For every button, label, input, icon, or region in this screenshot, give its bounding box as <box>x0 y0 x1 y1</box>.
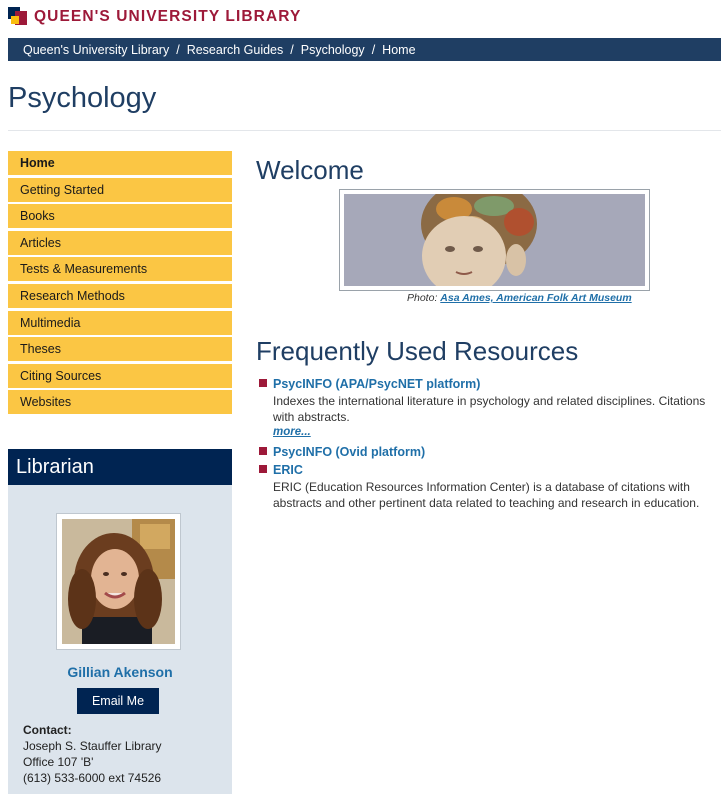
contact-label: Contact: <box>23 723 72 737</box>
bullet-square-icon <box>259 379 267 387</box>
librarian-heading: Librarian <box>8 449 232 485</box>
librarian-name-link[interactable]: Gillian Akenson <box>8 664 232 680</box>
library-crest-icon <box>8 7 28 27</box>
nav-item-websites[interactable]: Websites <box>8 390 232 415</box>
nav-item-getting-started[interactable]: Getting Started <box>8 177 232 202</box>
resource-link-eric[interactable]: ERIC <box>273 462 720 478</box>
resource-link-psycinfo-ovid[interactable]: PsycINFO (Ovid platform) <box>273 444 720 460</box>
list-item: ERIC ERIC (Education Resources Informati… <box>258 462 720 511</box>
bullet-square-icon <box>259 465 267 473</box>
contact-line: (613) 533-6000 ext 74526 <box>23 771 162 785</box>
bullet-square-icon <box>259 447 267 455</box>
welcome-heading: Welcome <box>256 155 364 185</box>
librarian-portrait <box>62 519 175 644</box>
nav-item-multimedia[interactable]: Multimedia <box>8 310 232 335</box>
list-item: PsycINFO (Ovid platform) <box>258 444 720 460</box>
nav-item-citing-sources[interactable]: Citing Sources <box>8 363 232 388</box>
library-name: QUEEN'S UNIVERSITY LIBRARY <box>34 8 302 25</box>
contact-info: Contact: Joseph S. Stauffer Library Offi… <box>23 722 162 786</box>
contact-line: Joseph S. Stauffer Library <box>23 739 162 753</box>
librarian-box: Librarian Gillian Akenson Email Me Conta… <box>8 449 232 794</box>
guide-nav: Home Getting Started Books Articles Test… <box>8 151 232 417</box>
resource-list: PsycINFO (APA/PsycNET platform) Indexes … <box>258 376 720 517</box>
image-caption: Photo: Asa Ames, American Folk Art Museu… <box>407 292 632 304</box>
welcome-image <box>339 189 650 291</box>
contact-line: Office 107 'B' <box>23 755 94 769</box>
title-divider <box>8 130 721 131</box>
nav-item-theses[interactable]: Theses <box>8 337 232 362</box>
page-title: Psychology <box>8 82 157 114</box>
resources-heading: Frequently Used Resources <box>256 336 579 366</box>
resource-link-psycinfo-apa[interactable]: PsycINFO (APA/PsycNET platform) <box>273 376 720 392</box>
breadcrumb-item-psychology[interactable]: Psychology <box>301 43 365 57</box>
list-item: PsycINFO (APA/PsycNET platform) Indexes … <box>258 376 720 438</box>
library-logo[interactable]: QUEEN'S UNIVERSITY LIBRARY <box>8 6 301 28</box>
nav-item-tests-measurements[interactable]: Tests & Measurements <box>8 257 232 282</box>
breadcrumb-item-current: Home <box>382 42 416 57</box>
folk-art-head-image <box>344 194 645 286</box>
librarian-portrait-art <box>62 519 175 644</box>
librarian-photo <box>56 513 181 650</box>
photo-credit-link[interactable]: Asa Ames, American Folk Art Museum <box>440 292 631 304</box>
nav-item-articles[interactable]: Articles <box>8 230 232 255</box>
resource-description: Indexes the international literature in … <box>273 394 706 424</box>
breadcrumb-separator: / <box>371 42 376 57</box>
nav-item-research-methods[interactable]: Research Methods <box>8 283 232 308</box>
nav-item-home[interactable]: Home <box>8 151 232 175</box>
breadcrumb-separator: / <box>176 42 180 57</box>
caption-prefix: Photo: <box>407 292 441 304</box>
breadcrumb-separator: / <box>290 42 294 57</box>
breadcrumb-item-research-guides[interactable]: Research Guides <box>187 43 284 57</box>
resource-description: ERIC (Education Resources Information Ce… <box>273 480 700 510</box>
breadcrumb-item-library[interactable]: Queen's University Library <box>23 43 169 57</box>
email-me-button[interactable]: Email Me <box>77 688 159 714</box>
more-link[interactable]: more... <box>273 426 720 438</box>
folk-art-head-art <box>344 194 645 286</box>
breadcrumb: Queen's University Library / Research Gu… <box>8 38 721 61</box>
nav-item-books[interactable]: Books <box>8 204 232 229</box>
